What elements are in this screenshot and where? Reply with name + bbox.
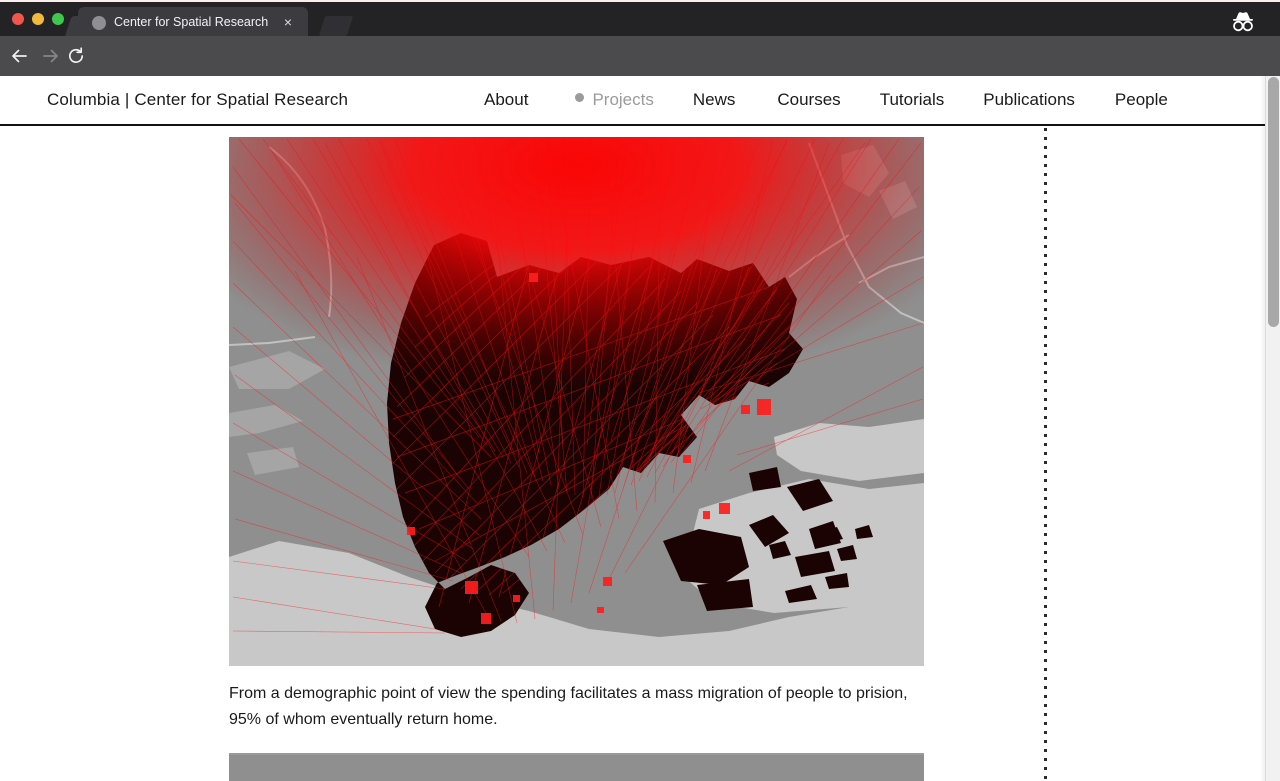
nav-item-label: People — [1114, 90, 1168, 109]
tab-strip: Center for Spatial Research × — [0, 2, 1280, 38]
nav-item-projects[interactable]: Projects — [575, 90, 654, 110]
nav-item-label: Courses — [777, 90, 841, 109]
site-brand[interactable]: Columbia | Center for Spatial Research — [47, 90, 348, 110]
nav-item-label: About — [484, 90, 529, 109]
site-nav-links: About Projects News Courses Tutorials Pu… — [484, 90, 1168, 110]
nav-item-label: Projects — [592, 90, 654, 109]
nav-item-label: News — [692, 90, 736, 109]
vertical-dotted-divider — [1044, 128, 1047, 781]
nav-item-news[interactable]: News — [693, 90, 736, 110]
maximize-window-button[interactable] — [52, 13, 64, 25]
map-graphic — [229, 137, 924, 666]
scrollbar-thumb[interactable] — [1268, 77, 1279, 327]
window-traffic-lights — [12, 13, 64, 25]
figure-caption: From a demographic point of view the spe… — [229, 685, 908, 728]
back-arrow-icon[interactable] — [9, 46, 29, 66]
close-icon[interactable]: × — [280, 14, 296, 30]
nav-item-courses[interactable]: Courses — [777, 90, 840, 110]
tab-title: Center for Spatial Research — [114, 15, 269, 29]
minimize-window-button[interactable] — [32, 13, 44, 25]
new-tab-icon[interactable] — [318, 16, 354, 36]
flow-density-glow — [229, 137, 924, 497]
forward-arrow-icon — [43, 49, 58, 63]
million-dollar-blocks-migration-map — [229, 137, 924, 666]
browser-tab[interactable]: Center for Spatial Research × — [78, 7, 308, 38]
reload-icon[interactable] — [66, 46, 86, 66]
close-window-button[interactable] — [12, 13, 24, 25]
nav-item-about[interactable]: About — [484, 90, 528, 110]
circle-favicon-icon — [92, 16, 106, 30]
vertical-scrollbar[interactable] — [1265, 76, 1280, 781]
site-navbar: Columbia | Center for Spatial Research A… — [0, 76, 1265, 126]
nav-item-tutorials[interactable]: Tutorials — [880, 90, 945, 110]
nav-item-publications[interactable]: Publications — [983, 90, 1075, 110]
nav-item-people[interactable]: People — [1115, 90, 1168, 110]
browser-toolbar: No es seguro c4sr.columbia.edu /projects… — [0, 36, 1280, 104]
nav-item-label: Publications — [983, 90, 1075, 109]
browser-window: Center for Spatial Research × Columbia |… — [0, 0, 1280, 781]
next-figure-partial — [229, 753, 924, 781]
current-page-bullet-icon — [575, 93, 585, 102]
page-viewport: Columbia | Center for Spatial Research A… — [0, 76, 1280, 781]
next-figure-top-edge — [229, 753, 924, 755]
nav-item-label: Tutorials — [879, 90, 945, 109]
incognito-icon — [1233, 12, 1253, 32]
